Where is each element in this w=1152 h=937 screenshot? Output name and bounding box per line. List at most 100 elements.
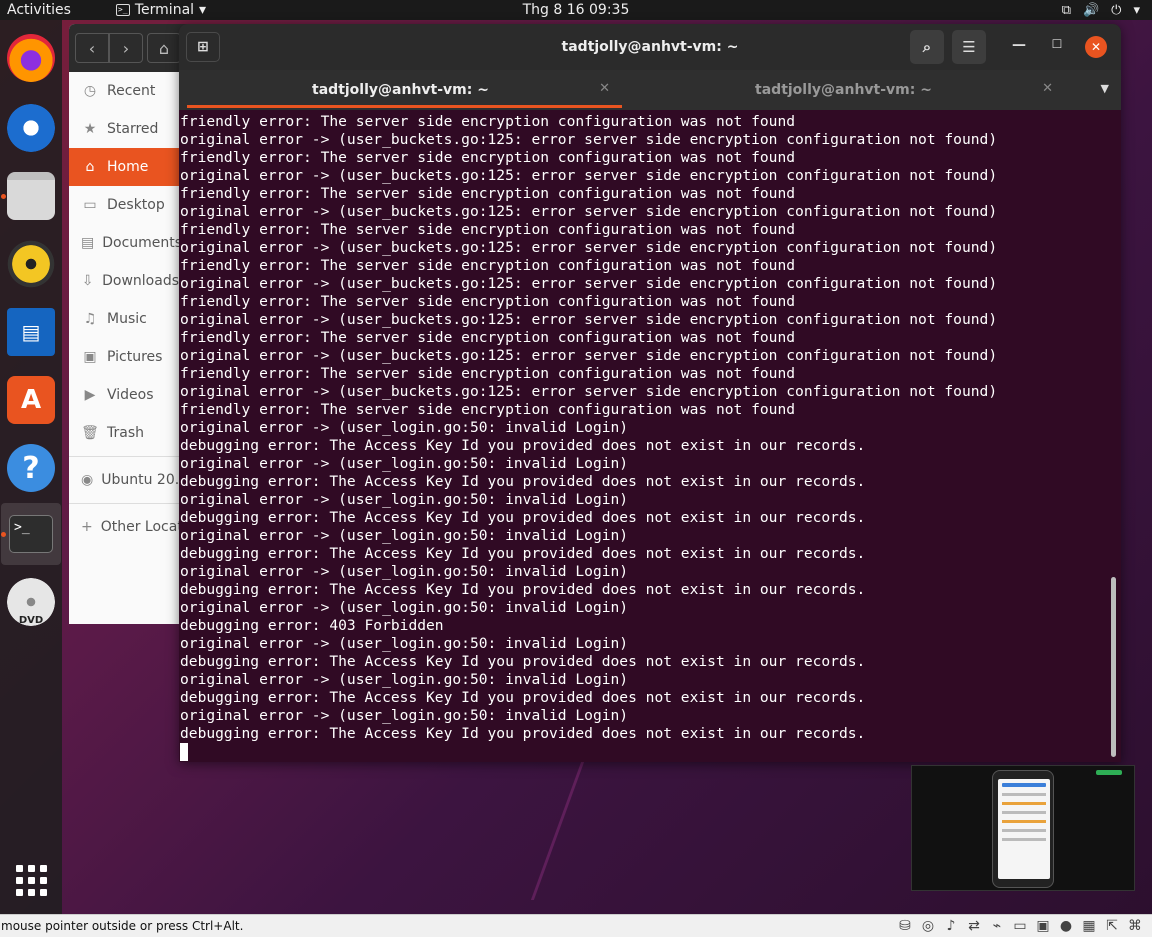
terminal-line: original error -> (user_buckets.go:125: … <box>180 311 998 328</box>
terminal-line: original error -> (user_login.go:50: inv… <box>180 491 629 508</box>
mouse-integration-icon[interactable]: ⇱ <box>1103 918 1121 934</box>
dock: ▤ A ? >_ DVD <box>0 20 62 914</box>
recording-icon[interactable]: ● <box>1057 918 1075 934</box>
host-key-icon[interactable]: ⌘ <box>1126 918 1144 934</box>
terminal-line: original error -> (user_login.go:50: inv… <box>180 599 629 616</box>
usb-icon[interactable]: ⌁ <box>988 918 1006 934</box>
cpu-icon[interactable]: ▦ <box>1080 918 1098 934</box>
music-icon: ♫ <box>83 311 97 327</box>
optical-drive-icon[interactable]: ◎ <box>919 918 937 934</box>
dvd-icon[interactable]: DVD <box>7 578 55 626</box>
sidebar-divider <box>69 503 179 504</box>
running-indicator <box>1 194 6 199</box>
clock[interactable]: Thg 8 16 09:35 <box>523 2 630 18</box>
disc-icon: ◉ <box>81 472 94 488</box>
files-sidebar: ◷ Recent ★ Starred ⌂ Home ▭ Desktop ▤ Documen… <box>69 72 211 624</box>
terminal-line: friendly error: The server side encrypti… <box>180 329 796 346</box>
firefox-icon[interactable] <box>7 34 55 82</box>
tab-label: tadtjolly@anhvt-vm: ~ <box>755 82 932 98</box>
volume-icon: 🔊 <box>1082 2 1100 18</box>
home-icon: ⌂ <box>85 159 95 175</box>
hamburger-menu-button[interactable]: ☰ <box>952 30 986 64</box>
terminal-line: debugging error: The Access Key Id you p… <box>180 689 866 706</box>
trash-icon: 🗑 <box>81 425 99 441</box>
recording-indicator <box>1096 770 1122 775</box>
show-apps-icon[interactable] <box>7 856 55 904</box>
terminal-line: original error -> (user_buckets.go:125: … <box>180 383 998 400</box>
terminal-line: friendly error: The server side encrypti… <box>180 293 796 310</box>
forward-button[interactable]: › <box>109 33 143 63</box>
vm-status-icons: ⛁ ◎ ♪ ⇄ ⌁ ▭ ▣ ● ▦ ⇱ ⌘ <box>896 918 1144 934</box>
tab-close-icon[interactable]: ✕ <box>599 81 610 96</box>
terminal-window: ⊞ tadtjolly@anhvt-vm: ~ ⌕ ☰ — ☐ ✕ tadtjo… <box>179 24 1121 762</box>
files-icon[interactable] <box>7 172 55 220</box>
sidebar-item-music[interactable]: ♫ Music <box>69 300 179 338</box>
back-button[interactable]: ‹ <box>75 33 109 63</box>
app-menu[interactable]: >_ Terminal ▾ <box>115 2 206 18</box>
sidebar-item-starred[interactable]: ★ Starred <box>69 110 179 148</box>
thunderbird-icon[interactable] <box>7 104 55 152</box>
status-message: mouse pointer outside or press Ctrl+Alt. <box>1 919 244 933</box>
terminal-output[interactable]: friendly error: The server side encrypti… <box>179 110 1121 762</box>
sidebar-item-downloads[interactable]: ⇩ Downloads <box>69 262 179 300</box>
minimize-button[interactable]: — <box>1009 37 1029 57</box>
system-tray[interactable]: ⧉ 🔊 ⏻ ▾ <box>1062 0 1140 20</box>
terminal-line: friendly error: The server side encrypti… <box>180 185 796 202</box>
screen-share-thumbnail[interactable] <box>911 765 1135 891</box>
menu-icon: ☰ <box>962 38 976 56</box>
terminal-line: original error -> (user_login.go:50: inv… <box>180 563 629 580</box>
tab-list-dropdown[interactable]: ▼ <box>1101 82 1109 95</box>
maximize-button[interactable]: ☐ <box>1047 37 1067 57</box>
dock-terminal-active[interactable]: >_ <box>1 503 61 565</box>
sidebar-item-documents[interactable]: ▤ Documents <box>69 224 182 262</box>
terminal-line: friendly error: The server side encrypti… <box>180 401 796 418</box>
terminal-line: debugging error: The Access Key Id you p… <box>180 653 866 670</box>
terminal-line: friendly error: The server side encrypti… <box>180 113 796 130</box>
activities-button[interactable]: Activities <box>0 2 78 18</box>
terminal-headerbar: ⊞ tadtjolly@anhvt-vm: ~ ⌕ ☰ — ☐ ✕ <box>179 24 1121 70</box>
sidebar-item-trash[interactable]: 🗑 Trash <box>69 414 179 452</box>
vm-status-bar: mouse pointer outside or press Ctrl+Alt.… <box>0 914 1152 937</box>
sidebar-item-recent[interactable]: ◷ Recent <box>69 72 179 110</box>
terminal-line: original error -> (user_buckets.go:125: … <box>180 203 998 220</box>
rhythmbox-icon[interactable] <box>7 240 55 288</box>
sidebar-item-other-locations[interactable]: + Other Locations <box>69 508 211 546</box>
network-adapter-icon[interactable]: ⇄ <box>965 918 983 934</box>
terminal-line: original error -> (user_buckets.go:125: … <box>180 347 998 364</box>
sidebar-item-desktop[interactable]: ▭ Desktop <box>69 186 179 224</box>
terminal-line: debugging error: The Access Key Id you p… <box>180 509 866 526</box>
desktop-icon: ▭ <box>83 197 97 213</box>
search-button[interactable]: ⌕ <box>910 30 944 64</box>
sidebar-item-videos[interactable]: ▶ Videos <box>69 376 179 414</box>
prompt-line[interactable] <box>180 743 1120 761</box>
sidebar-divider <box>69 456 179 457</box>
shared-folder-icon[interactable]: ▭ <box>1011 918 1029 934</box>
terminal-line: original error -> (user_login.go:50: inv… <box>180 419 629 436</box>
terminal-line: friendly error: The server side encrypti… <box>180 365 796 382</box>
audio-icon[interactable]: ♪ <box>942 918 960 934</box>
tab-label: tadtjolly@anhvt-vm: ~ <box>312 82 489 98</box>
window-title: tadtjolly@anhvt-vm: ~ <box>561 39 739 55</box>
sidebar-item-ubuntu-disc[interactable]: ◉ Ubuntu 20.04 <box>69 461 197 499</box>
new-tab-button[interactable]: ⊞ <box>186 32 220 62</box>
home-path-button[interactable]: ⌂ <box>147 33 181 63</box>
help-icon[interactable]: ? <box>7 444 55 492</box>
tab-terminal-1[interactable]: tadtjolly@anhvt-vm: ~ ✕ <box>179 70 622 110</box>
star-icon: ★ <box>83 121 97 137</box>
terminal-scrollbar[interactable] <box>1111 577 1116 757</box>
phone-preview <box>992 770 1054 888</box>
terminal-line: original error -> (user_login.go:50: inv… <box>180 455 629 472</box>
tab-terminal-2[interactable]: tadtjolly@anhvt-vm: ~ ✕ <box>622 70 1065 110</box>
software-store-icon[interactable]: A <box>7 376 55 424</box>
writer-icon[interactable]: ▤ <box>7 308 55 356</box>
close-button[interactable]: ✕ <box>1085 36 1107 58</box>
display-icon[interactable]: ▣ <box>1034 918 1052 934</box>
tab-close-icon[interactable]: ✕ <box>1042 81 1053 96</box>
terminal-line: original error -> (user_buckets.go:125: … <box>180 239 998 256</box>
terminal-line: debugging error: The Access Key Id you p… <box>180 545 866 562</box>
download-icon: ⇩ <box>81 273 94 289</box>
running-indicator <box>1 532 6 537</box>
sidebar-item-pictures[interactable]: ▣ Pictures <box>69 338 179 376</box>
hard-disk-icon[interactable]: ⛁ <box>896 918 914 934</box>
sidebar-item-home[interactable]: ⌂ Home <box>69 148 179 186</box>
